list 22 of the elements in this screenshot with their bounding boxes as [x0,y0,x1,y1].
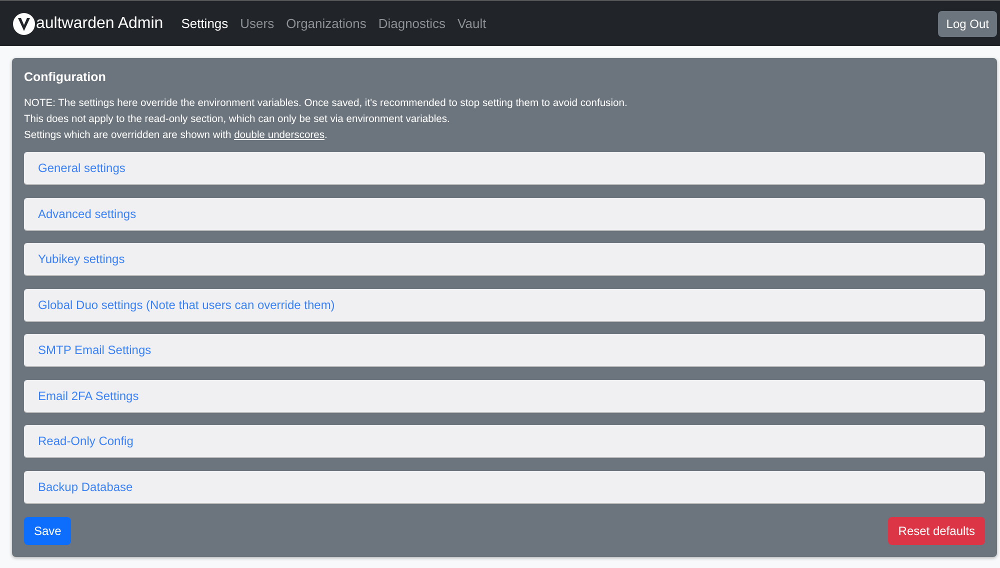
nav-link[interactable]: Organizations [286,16,366,31]
logo-icon [12,12,36,36]
nav-link[interactable]: Diagnostics [378,16,446,31]
nav-link[interactable]: Users [240,16,274,31]
section-header[interactable]: SMTP Email Settings [24,334,985,367]
reset-defaults-button[interactable]: Reset defaults [888,516,985,544]
legend-text: Settings which are overridden are shown with double underscores. [24,129,328,143]
note-text: This does not apply to the read-only section, which can only be set via environment variables. [24,113,451,127]
section-header[interactable]: General settings [24,152,985,185]
nav-link[interactable]: Settings [181,16,228,31]
nav-link[interactable]: Vault [458,16,486,31]
section-header[interactable]: Yubikey settings [24,243,985,276]
panel-title: Configuration [24,70,107,84]
note-text: NOTE: The settings here override the environment variables. Once saved, it's recommended to stop setting them to avoid confusion. [24,97,628,111]
logout-button[interactable]: Log Out [938,10,997,36]
section-header[interactable]: Global Duo settings (Note that users can override them) [24,288,985,322]
section-header[interactable]: Email 2FA Settings [24,380,985,412]
section-header[interactable]: Read-Only Config [24,425,985,458]
section-header[interactable]: Backup Database [24,470,985,504]
app-title: aultwarden Admin [36,14,164,32]
section-header[interactable]: Advanced settings [24,198,985,230]
save-button[interactable]: Save [24,516,72,544]
